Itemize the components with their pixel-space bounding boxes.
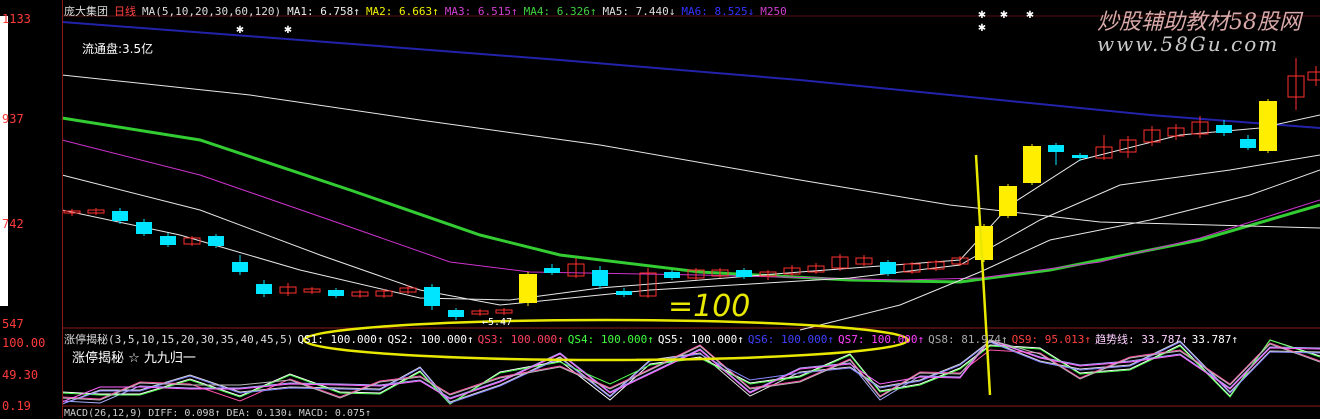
sub-tick: 0.19: [2, 399, 31, 413]
candle-body-down: [736, 270, 752, 277]
qs3-value: QS3: 100.000↑: [477, 333, 564, 346]
event-marker: ✱: [1026, 10, 1034, 21]
chart-canvas: ✱ ✱ ✱ ✱ ✱ ✱ =100: [61, 10, 1320, 407]
candle-body-down: [448, 310, 464, 317]
event-marker: ✱: [978, 10, 986, 21]
candle-body-limit: [1023, 146, 1041, 183]
ma1-value: MA1: 6.758↑: [287, 5, 360, 18]
event-marker: ✱: [1000, 10, 1008, 21]
price-tick: 937: [2, 112, 24, 126]
indicator-subtitle: 涨停揭秘 ☆ 九九归一: [72, 351, 196, 366]
qs6-value: QS6: 100.000↑: [747, 333, 834, 346]
qs1-value: QS1: 100.000↑: [297, 333, 384, 346]
candle-body-up: [1307, 71, 1320, 81]
sub-tick: 49.30: [2, 368, 39, 382]
event-marker: ✱: [236, 25, 244, 36]
candle-body-down: [208, 236, 224, 246]
candle-body-down: [160, 236, 176, 245]
handwritten-annotation: =100: [668, 289, 750, 324]
candle-body-down: [616, 291, 632, 295]
candle-body-down: [232, 262, 248, 272]
candle-body-down: [424, 287, 440, 306]
float-cap-label: 流通盘:3.5亿: [82, 42, 154, 56]
event-marker: ✱: [978, 23, 986, 34]
price-tick: 742: [2, 217, 24, 231]
event-marker: ✱: [284, 25, 292, 36]
ma-params: MA(5,10,20,30,60,120): [142, 5, 282, 18]
candle-body-down: [112, 211, 128, 221]
qs5-value: QS5: 100.000↑: [657, 333, 744, 346]
ma3-value: MA3: 6.515↑: [444, 5, 518, 18]
trend-value: 趋势线: 33.787↑: [1095, 333, 1188, 346]
ma6-value: MA6: 8.525↓: [681, 5, 755, 18]
ma5-line: [799, 169, 1320, 331]
trend-value-2: 33.787↑: [1191, 333, 1239, 346]
candle-body-down: [880, 262, 896, 274]
watermark-url: www.58Gu.com: [1097, 32, 1280, 56]
candle-body-down: [1072, 155, 1088, 158]
candle-body-limit: [519, 274, 537, 303]
candle-body-down: [136, 222, 152, 234]
indicator-header: 涨停揭秘(3,5,10,15,20,30,35,40,45,5) QS1: 100…: [64, 331, 1242, 347]
indicator-line: [61, 341, 1320, 405]
macd-header: MACD(26,12,9) DIFF: 0.098↑ DEA: 0.130↓ M…: [64, 408, 372, 419]
candle-body-down: [1240, 139, 1256, 148]
candle-body-down: [1048, 145, 1064, 152]
candle-body-down: [328, 290, 344, 296]
qs8-value: QS8: 81.974↑: [928, 333, 1008, 346]
sub-tick: 100.00: [2, 336, 46, 350]
price-tick: 1133: [2, 12, 31, 26]
candle-body-down: [1216, 125, 1232, 133]
ma60-line: [61, 116, 1320, 284]
candle-body-down: [664, 272, 680, 278]
candle-body-down: [256, 284, 272, 294]
ma20-line: [61, 154, 1320, 306]
qs9-value: QS9: 95.013↑: [1011, 333, 1092, 346]
qs7-value: QS7: 100.000↑: [838, 333, 925, 346]
period-label[interactable]: 日线: [114, 5, 136, 18]
candle-body-limit: [1259, 101, 1277, 151]
price-tick: 547: [2, 317, 24, 331]
candle-body-down: [544, 268, 560, 273]
candle-body-limit: [999, 186, 1017, 216]
candle-body-down: [592, 270, 608, 286]
ma2-value: MA2: 6.663↑: [365, 5, 439, 18]
price-axis: 1133 937 742 547 100.00 49.30 0.19: [0, 0, 63, 418]
qs2-value: QS2: 100.000↑: [387, 333, 474, 346]
stock-name: 庞大集团: [64, 5, 108, 18]
ma5-value: MA5: 7.440↓: [602, 5, 676, 18]
ma-header: 庞大集团 日线 MA(5,10,20,30,60,120) MA1: 6.758↑ MA…: [64, 3, 793, 19]
low-price-label: ←5.47: [482, 317, 513, 328]
candle-body-limit: [975, 226, 993, 260]
indicator-name: 涨停揭秘(3,5,10,15,20,30,35,40,45,5): [64, 333, 294, 346]
ma4-value: MA4: 6.326↑: [523, 5, 597, 18]
m250-label: M250: [760, 5, 787, 18]
qs4-value: QS4: 100.000↑: [567, 333, 654, 346]
